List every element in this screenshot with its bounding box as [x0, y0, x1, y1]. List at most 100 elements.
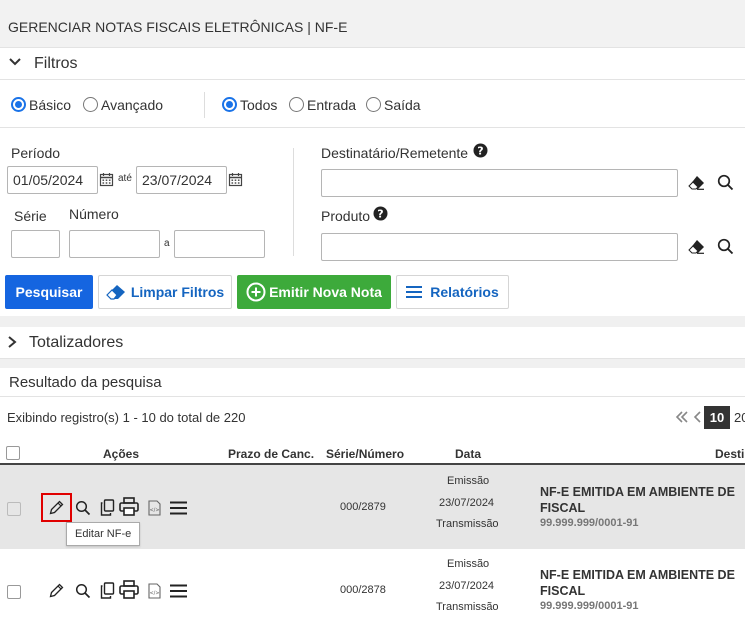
search-icon[interactable]: [75, 500, 91, 521]
radio-saida-label: Saída: [384, 96, 421, 113]
page-header: GERENCIAR NOTAS FISCAIS ELETRÔNICAS | NF…: [0, 0, 745, 48]
prev-page-icon[interactable]: [693, 409, 703, 430]
row-emissao-label: Emissão: [447, 475, 490, 487]
periodo-end-input[interactable]: 23/07/2024: [136, 166, 227, 194]
totalizadores-section-toggle[interactable]: Totalizadores: [0, 327, 745, 359]
resultado-summary: Exibindo registro(s) 1 - 10 do total de …: [7, 410, 246, 425]
svg-text:?: ?: [377, 208, 383, 221]
col-data: Data: [455, 447, 482, 461]
pencil-icon[interactable]: [48, 582, 65, 604]
numero-start-input[interactable]: [69, 230, 160, 258]
eraser-icon[interactable]: [688, 175, 705, 195]
row-serie: 000/2878: [340, 584, 386, 596]
radio-avancado-label: Avançado: [101, 96, 164, 113]
table-row[interactable]: </> 000/2878 Emissão 23/07/2024 Transmis…: [0, 549, 745, 626]
xml-file-icon[interactable]: </>: [148, 500, 161, 521]
radio-entrada-label: Entrada: [307, 96, 357, 113]
page-size-20-button[interactable]: 20: [734, 410, 745, 425]
divider: [204, 92, 205, 118]
filtros-label: Filtros: [34, 55, 78, 72]
copy-icon[interactable]: [100, 499, 115, 521]
periodo-start-input[interactable]: 01/05/2024: [7, 166, 98, 194]
col-prazo: Prazo de Canc.: [228, 447, 315, 461]
copy-icon[interactable]: [100, 582, 115, 604]
limpar-filtros-button[interactable]: Limpar Filtros: [98, 275, 232, 309]
relatorios-label: Relatórios: [430, 284, 499, 300]
search-icon[interactable]: [75, 583, 91, 604]
pesquisar-button[interactable]: Pesquisar: [5, 275, 93, 309]
radio-entrada[interactable]: Entrada: [289, 96, 356, 114]
row-cnpj: 99.999.999/0001-91: [540, 600, 639, 612]
first-page-icon[interactable]: [674, 409, 690, 430]
col-destinatario: Destin: [715, 447, 745, 461]
row-serie: 000/2879: [340, 501, 386, 513]
row-transmissao-label: Transmissão: [436, 518, 499, 530]
svg-text:?: ?: [477, 145, 483, 158]
produto-label: Produto: [321, 208, 371, 224]
numero-end-input[interactable]: [174, 230, 265, 258]
divider: [0, 396, 745, 397]
radio-basico-indicator: [11, 97, 26, 113]
radio-basico[interactable]: Básico: [11, 96, 71, 114]
search-icon[interactable]: [717, 238, 734, 260]
numero-sep-label: a: [164, 238, 170, 249]
menu-icon[interactable]: [170, 501, 187, 520]
page-size-10-button[interactable]: 10: [704, 406, 730, 429]
radio-saida-indicator: [366, 97, 381, 113]
chevron-down-icon: [8, 55, 22, 74]
emitir-nova-nota-button[interactable]: Emitir Nova Nota: [237, 275, 391, 309]
numero-label: Número: [69, 206, 119, 222]
section-separator: [0, 359, 745, 368]
row-transmissao-label: Transmissão: [436, 601, 499, 613]
radio-saida[interactable]: Saída: [366, 96, 421, 114]
relatorios-button[interactable]: Relatórios: [396, 275, 509, 309]
xml-file-icon[interactable]: </>: [148, 583, 161, 604]
page-title: GERENCIAR NOTAS FISCAIS ELETRÔNICAS | NF…: [8, 19, 348, 35]
row-data: 23/07/2024: [439, 580, 495, 592]
radio-avancado[interactable]: Avançado: [83, 96, 163, 114]
row-emissao-label: Emissão: [447, 558, 490, 570]
produto-input[interactable]: [321, 233, 678, 261]
calendar-icon[interactable]: [99, 172, 114, 192]
radio-todos[interactable]: Todos: [222, 96, 277, 114]
chevron-right-icon: [6, 335, 18, 354]
section-separator: [0, 316, 745, 327]
col-acoes: Ações: [103, 447, 140, 461]
row-checkbox[interactable]: [7, 585, 21, 599]
row-checkbox[interactable]: [7, 502, 21, 516]
print-icon[interactable]: [119, 497, 139, 521]
print-icon[interactable]: [119, 580, 139, 604]
menu-icon[interactable]: [170, 584, 187, 603]
resultado-label: Resultado da pesquisa: [9, 374, 162, 391]
menu-icon: [406, 285, 423, 299]
radio-entrada-indicator: [289, 97, 304, 113]
row-data: 23/07/2024: [439, 497, 495, 509]
help-icon[interactable]: ?: [473, 143, 488, 163]
emitir-label: Emitir Nova Nota: [269, 284, 382, 300]
plus-circle-icon: [246, 282, 266, 302]
calendar-icon[interactable]: [228, 172, 243, 192]
radio-basico-label: Básico: [29, 96, 72, 113]
serie-input[interactable]: [11, 230, 60, 258]
destinatario-input[interactable]: [321, 169, 678, 197]
row-dest-name-2: FISCAL: [540, 584, 586, 598]
serie-label: Série: [14, 208, 47, 224]
periodo-label: Período: [11, 145, 61, 161]
search-icon[interactable]: [717, 174, 734, 196]
row-dest-name-2: FISCAL: [540, 501, 586, 515]
radio-todos-label: Todos: [240, 96, 278, 113]
divider: [0, 127, 745, 128]
totalizadores-label: Totalizadores: [29, 334, 124, 351]
divider: [293, 148, 294, 256]
help-icon[interactable]: ?: [373, 206, 388, 226]
eraser-icon: [105, 284, 126, 300]
row-cnpj: 99.999.999/0001-91: [540, 517, 639, 529]
eraser-icon[interactable]: [688, 239, 705, 259]
svg-text:</>: </>: [149, 591, 159, 597]
svg-text:</>: </>: [149, 508, 159, 514]
pencil-icon[interactable]: [48, 499, 65, 521]
select-all-checkbox[interactable]: [6, 446, 20, 460]
row-dest-name: NF-E EMITIDA EM AMBIENTE DE: [540, 485, 735, 499]
radio-todos-indicator: [222, 97, 237, 113]
filtros-section-toggle[interactable]: Filtros: [0, 48, 745, 80]
